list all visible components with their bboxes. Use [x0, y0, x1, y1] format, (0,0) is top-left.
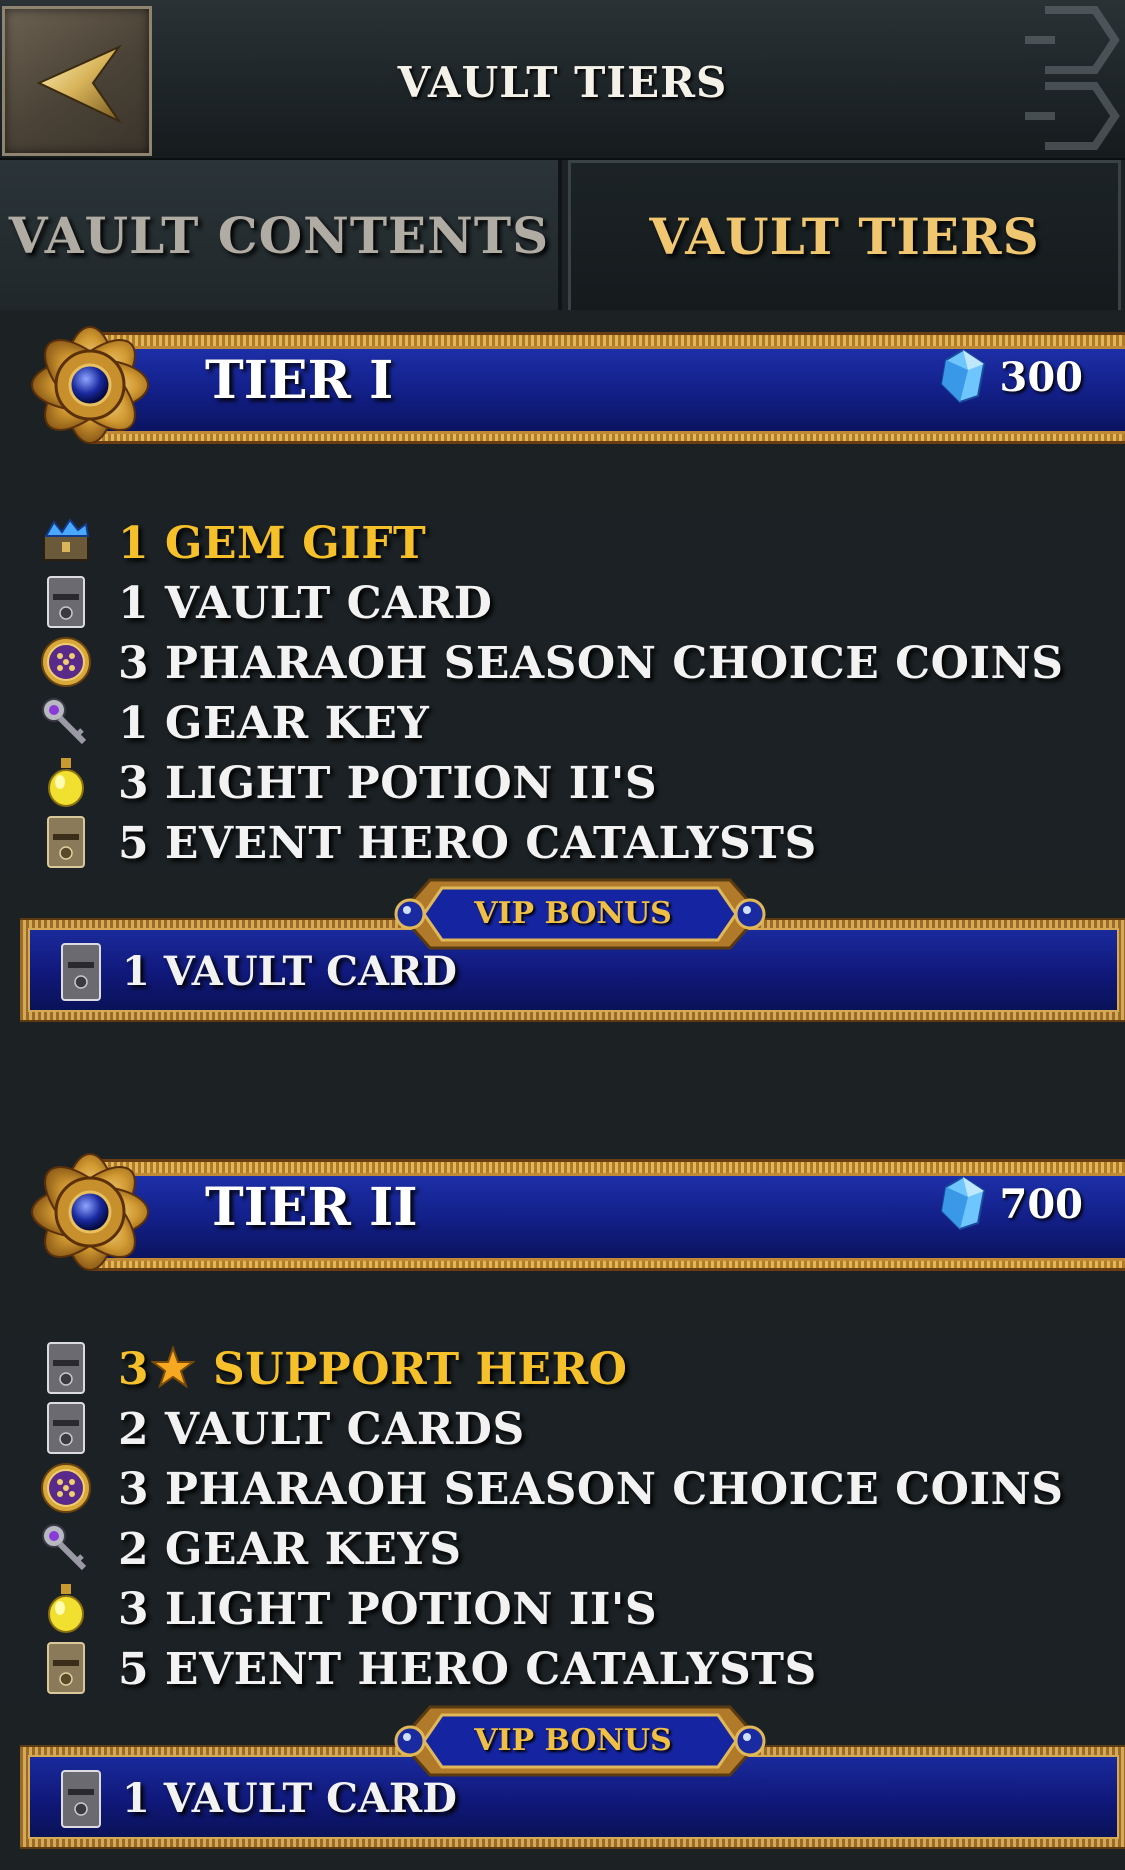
choice-coin-icon [41, 637, 91, 687]
vault-card-icon [61, 943, 101, 1001]
list-item: 3 PHARAOH SEASON CHOICE COINS [0, 1458, 1125, 1518]
list-item: 3 SUPPORT HERO [0, 1338, 1125, 1398]
reward-label: 1 GEAR KEY [118, 698, 430, 749]
tier-1-rewards: 1 GEM GIFT 1 VAULT CARD 3 PHARAOH SEASON… [0, 512, 1125, 872]
light-potion-icon [48, 758, 84, 807]
hero-card-icon [47, 1342, 85, 1394]
vip-bonus-label: VIP BONUS [474, 896, 672, 931]
vip-bonus-box: VIP BONUS 1 VAULT CARD [0, 876, 1125, 1026]
tier-cost: 700 [999, 1181, 1084, 1228]
vault-card-icon [47, 576, 85, 628]
list-item: 2 VAULT CARDS [0, 1398, 1125, 1458]
list-item: 1 GEM GIFT [0, 512, 1125, 572]
hero-star-count: 3 [118, 1344, 150, 1395]
tier-cost: 300 [999, 354, 1084, 401]
reward-label: 3 PHARAOH SEASON CHOICE COINS [118, 638, 1064, 689]
vault-card-icon [61, 1770, 101, 1828]
tier-title: TIER I [205, 350, 394, 411]
tab-bar: VAULT CONTENTS VAULT TIERS [0, 160, 1125, 310]
vip-reward-label: 1 VAULT CARD [122, 1775, 457, 1822]
reward-label: 1 GEM GIFT [118, 518, 427, 569]
tier-medallion-icon [31, 326, 149, 444]
catalyst-card-icon [47, 816, 85, 868]
list-item: 3 LIGHT POTION II'S [0, 1578, 1125, 1638]
list-item: 3 LIGHT POTION II'S [0, 752, 1125, 812]
reward-label: 3 LIGHT POTION II'S [118, 1584, 658, 1635]
vault-card-icon [47, 1402, 85, 1454]
reward-label: 2 VAULT CARDS [118, 1404, 525, 1455]
gear-key-icon [42, 1524, 87, 1571]
tab-vault-contents[interactable]: VAULT CONTENTS [0, 160, 562, 310]
light-potion-icon [48, 1584, 84, 1633]
page-title: VAULT TIERS [397, 58, 728, 107]
gem-chest-icon [43, 518, 90, 561]
reward-label: 2 GEAR KEYS [118, 1524, 462, 1575]
gem-icon [940, 348, 986, 404]
gear-key-icon [42, 698, 87, 745]
vip-bonus-label: VIP BONUS [474, 1723, 672, 1758]
reward-label: 3 SUPPORT HERO [118, 1344, 627, 1395]
choice-coin-icon [41, 1463, 91, 1513]
list-item: 1 VAULT CARD [0, 572, 1125, 632]
top-bar: VAULT TIERS [0, 0, 1125, 160]
list-item: 5 EVENT HERO CATALYSTS [0, 1638, 1125, 1698]
vip-reward-label: 1 VAULT CARD [122, 948, 457, 995]
tier-medallion-icon [31, 1153, 149, 1271]
tier-1-banner: TIER I 300 [0, 310, 1125, 460]
tab-vault-tiers[interactable]: VAULT TIERS [568, 160, 1121, 310]
star-icon [150, 1345, 197, 1389]
tier-title: TIER II [205, 1177, 418, 1238]
list-item: 3 PHARAOH SEASON CHOICE COINS [0, 632, 1125, 692]
ornament-icon [1025, 6, 1120, 150]
tier-2-rewards: 3 SUPPORT HERO 2 VAULT CARDS 3 PHARAOH S… [0, 1338, 1125, 1698]
list-item: 1 GEAR KEY [0, 692, 1125, 752]
gem-icon [940, 1175, 986, 1231]
reward-label: 5 EVENT HERO CATALYSTS [118, 818, 817, 869]
reward-label: 5 EVENT HERO CATALYSTS [118, 1644, 817, 1695]
list-item: 5 EVENT HERO CATALYSTS [0, 812, 1125, 872]
catalyst-card-icon [47, 1642, 85, 1694]
vip-bonus-box: VIP BONUS 1 VAULT CARD [0, 1703, 1125, 1853]
reward-label: 3 PHARAOH SEASON CHOICE COINS [118, 1464, 1064, 1515]
reward-label: 1 VAULT CARD [118, 578, 493, 629]
list-item: 2 GEAR KEYS [0, 1518, 1125, 1578]
reward-label: 3 LIGHT POTION II'S [118, 758, 658, 809]
hero-type: SUPPORT HERO [212, 1344, 628, 1395]
tier-2-banner: TIER II 700 [0, 1137, 1125, 1287]
